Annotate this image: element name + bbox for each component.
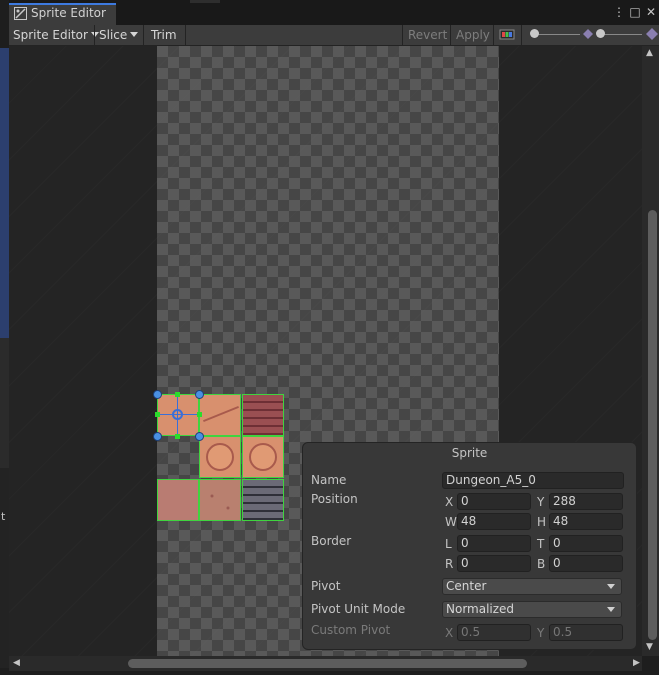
t-label: T [537, 537, 545, 551]
maximize-icon[interactable]: □ [628, 5, 642, 19]
toolbar-divider [493, 25, 494, 45]
chevron-down-icon [607, 607, 615, 612]
background-text: t [1, 510, 6, 523]
sprite-tile[interactable] [199, 394, 241, 436]
background-window-edge [0, 468, 9, 668]
position-w-field[interactable]: 48 [457, 513, 531, 530]
scroll-down-icon[interactable]: ▼ [646, 642, 653, 652]
border-b-field[interactable]: 0 [549, 555, 623, 572]
border-label: Border [311, 534, 352, 548]
chevron-down-icon [130, 32, 139, 37]
sprite-editor-mode-label: Sprite Editor [13, 28, 88, 42]
position-h-field[interactable]: 48 [549, 513, 623, 530]
position-y-field[interactable]: 288 [549, 493, 623, 510]
sprite-editor-mode-dropdown[interactable]: Sprite Editor [9, 25, 103, 45]
y-label: Y [537, 495, 545, 509]
sprite-tile[interactable] [242, 479, 284, 521]
toolbar-divider [143, 25, 144, 45]
background-window-edge [0, 48, 9, 338]
toolbar-divider [450, 25, 451, 45]
pivot-unit-mode-dropdown[interactable]: Normalized [442, 601, 622, 618]
sprite-panel-title: Sprite [451, 446, 488, 460]
more-options-icon[interactable]: ⋮ [612, 5, 626, 19]
horizontal-scroll-thumb[interactable] [128, 659, 527, 668]
pivot-handle[interactable] [172, 409, 183, 420]
toolbar-divider [402, 25, 403, 45]
scroll-right-icon[interactable]: ▶ [633, 658, 640, 668]
pivot-unit-mode-label: Pivot Unit Mode [311, 602, 406, 616]
pivot-label: Pivot [311, 579, 341, 593]
edge-handle[interactable] [155, 412, 160, 417]
edge-handle[interactable] [175, 392, 180, 397]
w-label: W [445, 515, 457, 529]
sprite-tile[interactable] [242, 436, 284, 478]
edge-handle[interactable] [197, 412, 202, 417]
edge-handle[interactable] [175, 434, 180, 439]
color-channel-icon[interactable] [499, 28, 515, 41]
l-label: L [445, 537, 452, 551]
mipmap-icon [583, 29, 593, 39]
apply-button[interactable]: Apply [452, 25, 494, 45]
pivot-value: Center [446, 579, 487, 593]
position-label: Position [311, 492, 358, 506]
mipmap-large-icon [646, 28, 658, 40]
toolbar-divider [185, 25, 186, 45]
border-l-field[interactable]: 0 [457, 535, 531, 552]
scroll-left-icon[interactable]: ◀ [13, 658, 20, 668]
zoom-slider-track[interactable] [534, 34, 580, 35]
name-label: Name [311, 473, 347, 487]
slice-dropdown[interactable]: Slice [95, 25, 142, 45]
h-label: H [537, 515, 547, 529]
corner-handle[interactable] [195, 390, 204, 399]
sprite-tile[interactable] [242, 394, 284, 436]
zoom-slider-handle[interactable] [530, 29, 539, 38]
chevron-down-icon [607, 584, 615, 589]
corner-handle[interactable] [153, 432, 162, 441]
tab-title: Sprite Editor [31, 6, 106, 20]
r-label: R [445, 557, 454, 571]
mip-slider-track[interactable] [600, 34, 642, 35]
custom-pivot-x-field: 0.5 [457, 624, 531, 641]
vertical-scroll-thumb[interactable] [648, 210, 657, 640]
sprite-tile[interactable] [157, 479, 199, 521]
border-r-field[interactable]: 0 [457, 555, 531, 572]
trim-button[interactable]: Trim [147, 25, 181, 45]
slice-label: Slice [99, 28, 128, 42]
pivot-unit-mode-value: Normalized [446, 602, 515, 616]
sprite-tile[interactable] [199, 479, 241, 521]
corner-handle[interactable] [195, 432, 204, 441]
revert-button[interactable]: Revert [404, 25, 451, 45]
custom-y-label: Y [537, 626, 545, 640]
name-field[interactable]: Dungeon_A5_0 [442, 472, 624, 489]
custom-pivot-label: Custom Pivot [311, 623, 391, 637]
custom-x-label: X [445, 626, 454, 640]
border-t-field[interactable]: 0 [549, 535, 623, 552]
position-x-field[interactable]: 0 [457, 493, 531, 510]
toolbar-divider [521, 25, 522, 45]
custom-pivot-y-field: 0.5 [549, 624, 623, 641]
corner-handle[interactable] [153, 390, 162, 399]
mip-slider-handle[interactable] [596, 29, 605, 38]
scroll-up-icon[interactable]: ▲ [646, 48, 653, 58]
b-label: B [537, 557, 546, 571]
sprite-tile[interactable] [199, 436, 241, 478]
pivot-dropdown[interactable]: Center [442, 578, 622, 595]
sprite-editor-icon [14, 7, 27, 20]
x-label: X [445, 495, 454, 509]
background-window-edge [0, 338, 9, 468]
close-icon[interactable]: ✕ [644, 5, 658, 19]
top-edge [190, 0, 220, 3]
